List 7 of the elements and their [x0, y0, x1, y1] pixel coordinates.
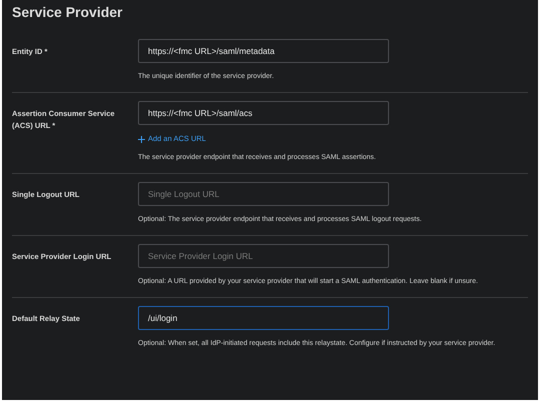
text-field[interactable]: Service Provider Login URL	[138, 244, 389, 268]
text-field[interactable]: https://<fmc URL>/saml/metadata	[138, 39, 389, 63]
text-field[interactable]: https://<fmc URL>/saml/acs	[138, 101, 389, 125]
text-field[interactable]: Single Logout URL	[138, 182, 389, 206]
text-field[interactable]: /ui/login	[138, 306, 389, 330]
section-title: Service Provider	[12, 3, 124, 22]
plus-icon	[138, 136, 145, 142]
